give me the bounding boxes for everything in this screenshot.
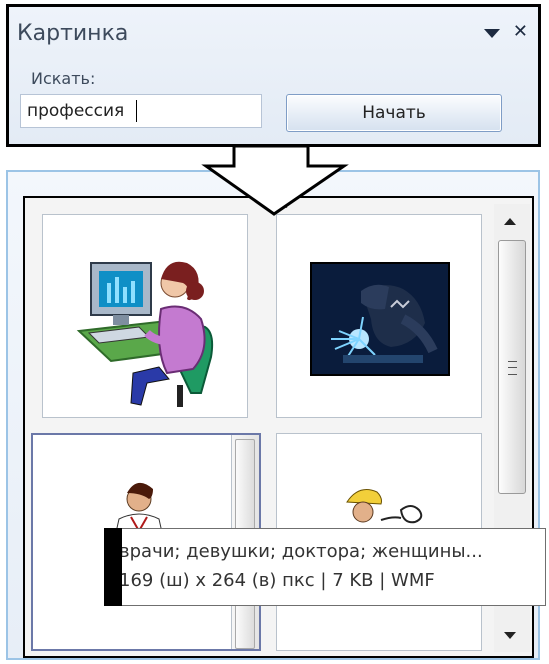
arrow-down-icon	[201, 144, 349, 216]
